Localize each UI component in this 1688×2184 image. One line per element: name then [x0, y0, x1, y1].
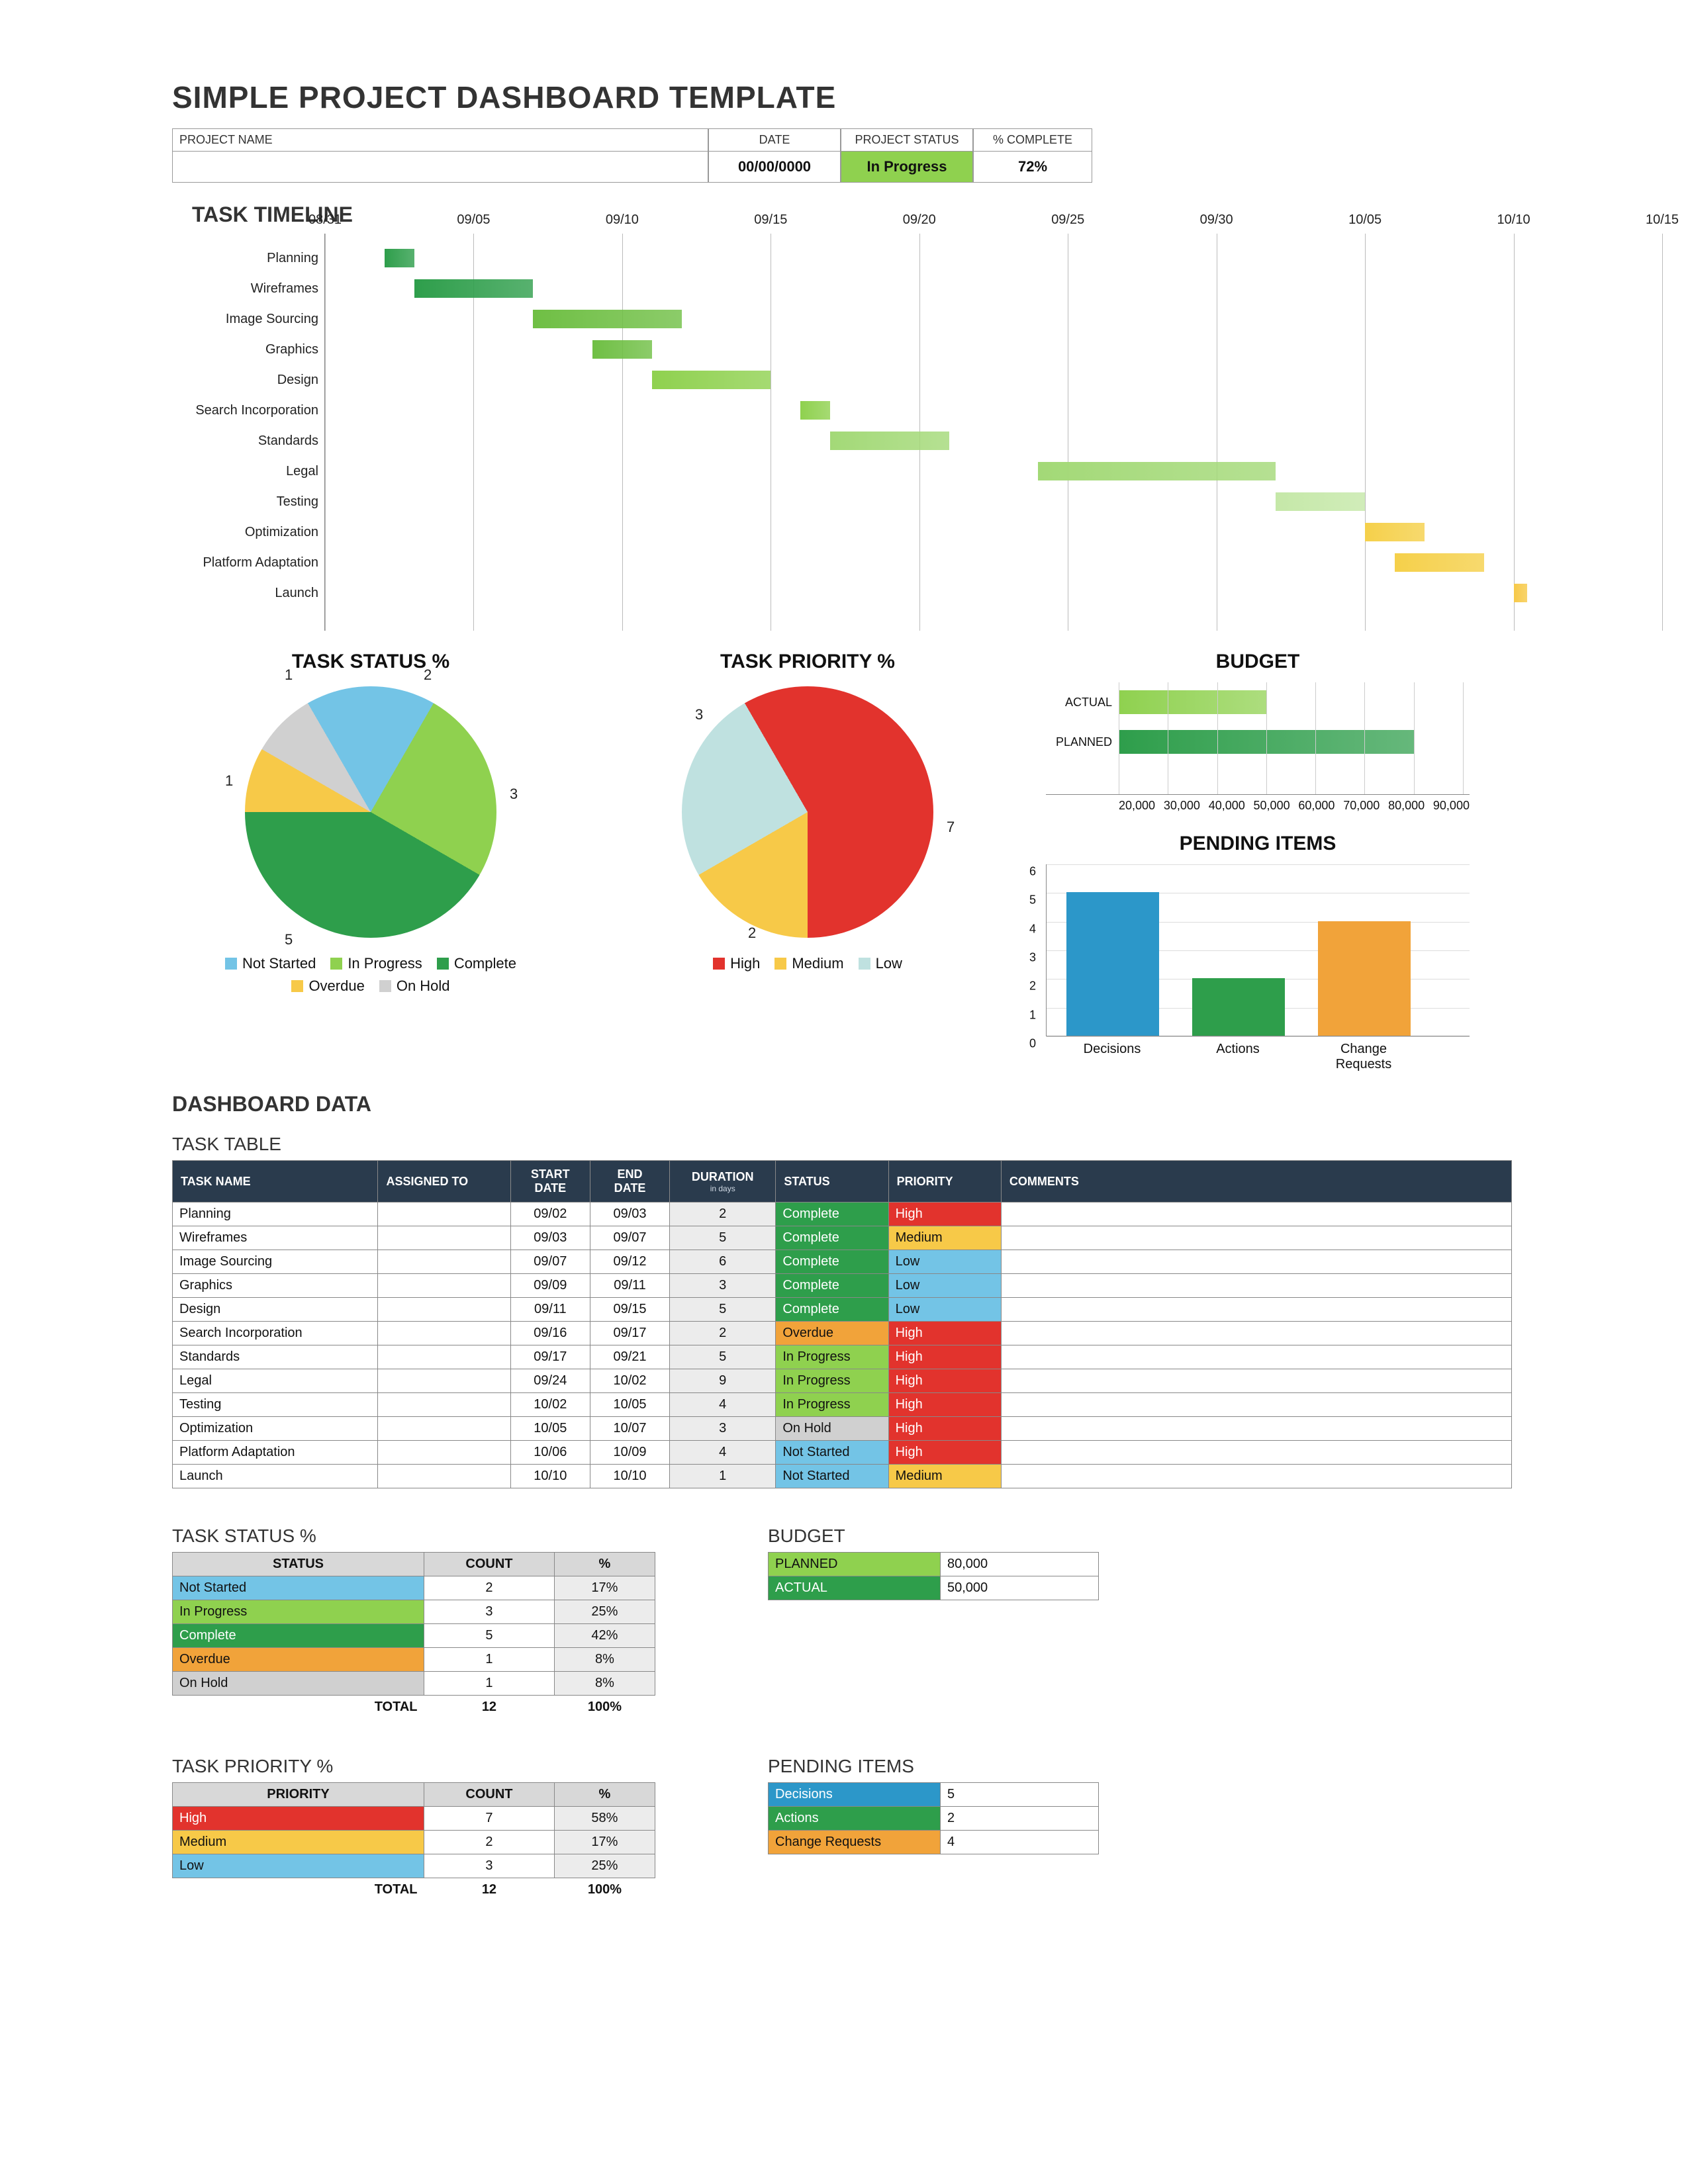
table-row: Overdue18%	[173, 1648, 655, 1672]
label-date: DATE	[709, 129, 840, 152]
table-row: High758%	[173, 1807, 655, 1831]
timeline-row: Testing	[325, 486, 1662, 517]
timeline-row: Design	[325, 365, 1662, 395]
label-project-name: PROJECT NAME	[173, 129, 708, 152]
table-row: Optimization10/0510/073On HoldHigh	[173, 1417, 1512, 1441]
table-row: In Progress325%	[173, 1600, 655, 1624]
project-header: PROJECT NAME DATE 00/00/0000 PROJECT STA…	[172, 128, 1516, 183]
table-row: Legal09/2410/029In ProgressHigh	[173, 1369, 1512, 1393]
title-pending: PENDING ITEMS	[1046, 833, 1470, 855]
table-row: Actions2	[769, 1807, 1099, 1831]
table-row: Planning09/0209/032CompleteHigh	[173, 1203, 1512, 1226]
pending-chart: PENDING ITEMS 0123456 DecisionsActionsCh…	[1046, 833, 1470, 1072]
table-row: Launch10/1010/101Not StartedMedium	[173, 1465, 1512, 1488]
priority-table: PRIORITYCOUNT% High758%Medium217%Low325%…	[172, 1782, 655, 1901]
value-status[interactable]: In Progress	[841, 152, 972, 182]
table-row: PLANNED80,000	[769, 1553, 1099, 1576]
pending-table: Decisions5Actions2Change Requests4	[768, 1782, 1099, 1854]
label-pct: % COMPLETE	[974, 129, 1092, 152]
table-row: Design09/1109/155CompleteLow	[173, 1298, 1512, 1322]
table-row: Change Requests4	[769, 1831, 1099, 1854]
title-budget: BUDGET	[1046, 651, 1470, 673]
table-row: Image Sourcing09/0709/126CompleteLow	[173, 1250, 1512, 1274]
value-pct: 72%	[974, 152, 1092, 182]
timeline-chart: 08/3109/0509/1009/1509/2009/2509/3010/05…	[324, 234, 1662, 631]
priority-pie-chart: 723	[682, 686, 933, 938]
timeline-row: Planning	[325, 243, 1662, 273]
page-title: SIMPLE PROJECT DASHBOARD TEMPLATE	[172, 79, 1516, 115]
table-row: Decisions5	[769, 1783, 1099, 1807]
status-legend: Not StartedIn ProgressCompleteOverdueOn …	[185, 955, 556, 995]
timeline-row: Image Sourcing	[325, 304, 1662, 334]
timeline-row: Graphics	[325, 334, 1662, 365]
section-dashboard-data: DASHBOARD DATA	[172, 1092, 1516, 1116]
timeline-row: Legal	[325, 456, 1662, 486]
title-budget-table: BUDGET	[768, 1525, 1099, 1547]
table-row: Not Started217%	[173, 1576, 655, 1600]
budget-chart: BUDGET ACTUALPLANNED 20,00030,00040,0005…	[1046, 651, 1470, 813]
budget-table: PLANNED80,000ACTUAL50,000	[768, 1552, 1099, 1600]
table-row: Standards09/1709/215In ProgressHigh	[173, 1345, 1512, 1369]
section-timeline: TASK TIMELINE	[192, 203, 1516, 227]
table-row: Testing10/0210/054In ProgressHigh	[173, 1393, 1512, 1417]
value-date[interactable]: 00/00/0000	[709, 152, 840, 182]
timeline-row: Search Incorporation	[325, 395, 1662, 426]
priority-legend: HighMediumLow	[713, 955, 902, 972]
title-task-table: TASK TABLE	[172, 1134, 1516, 1155]
status-table: STATUSCOUNT% Not Started217%In Progress3…	[172, 1552, 655, 1719]
status-pie-chart: 23511	[245, 686, 496, 938]
table-row: ACTUAL50,000	[769, 1576, 1099, 1600]
title-priority-table: TASK PRIORITY %	[172, 1756, 655, 1777]
timeline-row: Wireframes	[325, 273, 1662, 304]
task-table: TASK NAMEASSIGNED TOSTARTDATEENDDATEDURA…	[172, 1160, 1512, 1488]
table-row: Medium217%	[173, 1831, 655, 1854]
table-row: On Hold18%	[173, 1672, 655, 1696]
timeline-row: Standards	[325, 426, 1662, 456]
title-priority-pie: TASK PRIORITY %	[720, 651, 895, 673]
timeline-row: Optimization	[325, 517, 1662, 547]
title-pending-table: PENDING ITEMS	[768, 1756, 1099, 1777]
table-row: Complete542%	[173, 1624, 655, 1648]
value-project-name[interactable]	[173, 152, 708, 181]
table-row: Graphics09/0909/113CompleteLow	[173, 1274, 1512, 1298]
table-row: Wireframes09/0309/075CompleteMedium	[173, 1226, 1512, 1250]
table-row: Low325%	[173, 1854, 655, 1878]
title-status-table: TASK STATUS %	[172, 1525, 655, 1547]
timeline-row: Launch	[325, 578, 1662, 608]
table-row: Platform Adaptation10/0610/094Not Starte…	[173, 1441, 1512, 1465]
label-status: PROJECT STATUS	[841, 129, 972, 152]
timeline-row: Platform Adaptation	[325, 547, 1662, 578]
table-row: Search Incorporation09/1609/172OverdueHi…	[173, 1322, 1512, 1345]
